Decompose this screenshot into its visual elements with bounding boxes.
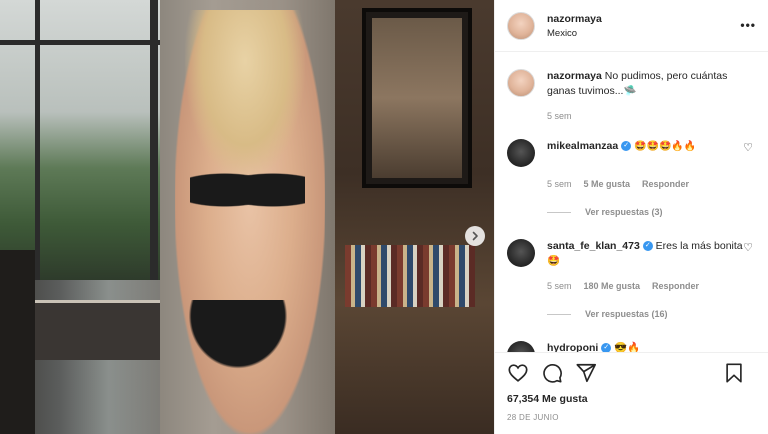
reply-button[interactable]: Responder xyxy=(642,179,689,189)
post-footer: 67,354 Me gusta 28 DE JUNIO xyxy=(495,352,768,434)
share-button[interactable] xyxy=(575,362,597,384)
bookmark-icon xyxy=(726,363,742,383)
reply-button[interactable]: Responder xyxy=(652,281,699,291)
comment-text: 😎🔥 xyxy=(614,342,641,352)
avatar[interactable] xyxy=(507,11,535,40)
avatar[interactable] xyxy=(507,239,535,267)
like-button[interactable] xyxy=(507,362,529,384)
caption-time[interactable]: 5 sem xyxy=(547,111,572,121)
heart-icon xyxy=(508,364,528,382)
comment-button[interactable] xyxy=(541,362,563,384)
swimwear-bottom xyxy=(178,300,298,380)
comments-list[interactable]: nazormaya No pudimos, pero cuántas ganas… xyxy=(495,52,768,352)
wall-frame xyxy=(362,8,472,188)
chair xyxy=(0,250,35,434)
swimwear-top xyxy=(190,165,305,215)
window-frame xyxy=(150,0,158,280)
books xyxy=(345,245,475,307)
verified-icon: ✓ xyxy=(601,343,612,352)
likes-count[interactable]: 67,354 Me gusta xyxy=(507,393,757,405)
post-date[interactable]: 28 DE JUNIO xyxy=(507,413,757,422)
comment-likes[interactable]: 5 Me gusta xyxy=(584,179,631,189)
view-replies-label: Ver respuestas (3) xyxy=(585,207,663,217)
post-header: nazormaya Mexico ••• xyxy=(495,0,768,52)
avatar[interactable] xyxy=(507,341,535,352)
comment-time[interactable]: 5 sem xyxy=(547,179,572,189)
comment: mikealmanzaa ✓ 🤩🤩🤩🔥🔥 ♡ xyxy=(507,139,757,167)
comment-username[interactable]: santa_fe_klan_473 xyxy=(547,240,640,252)
comment-time[interactable]: 5 sem xyxy=(547,281,572,291)
comment-username[interactable]: hydroponi xyxy=(547,342,598,352)
divider xyxy=(547,313,571,315)
verified-icon: ✓ xyxy=(621,141,632,152)
avatar[interactable] xyxy=(507,139,535,167)
divider xyxy=(547,211,571,213)
comment-likes[interactable]: 180 Me gusta xyxy=(584,281,641,291)
action-bar xyxy=(507,361,757,385)
comment-text: 🤩🤩🤩🔥🔥 xyxy=(634,141,697,152)
window-frame xyxy=(35,0,40,280)
comment-bubble-icon xyxy=(543,364,562,383)
like-comment-heart-icon[interactable]: ♡ xyxy=(743,141,753,154)
view-replies-button[interactable]: Ver respuestas (3) xyxy=(547,207,757,217)
comment: santa_fe_klan_473 ✓ Eres la más bonita 🤩… xyxy=(507,239,757,269)
view-replies-button[interactable]: Ver respuestas (16) xyxy=(547,309,757,319)
chevron-right-icon xyxy=(472,231,478,241)
next-image-button[interactable] xyxy=(465,226,485,246)
desk xyxy=(20,300,160,360)
verified-icon: ✓ xyxy=(642,241,653,252)
post-username[interactable]: nazormaya xyxy=(547,13,602,25)
caption-username[interactable]: nazormaya xyxy=(547,70,602,82)
like-comment-heart-icon[interactable]: ♡ xyxy=(743,241,753,254)
paper-plane-icon xyxy=(576,363,596,383)
post-location[interactable]: Mexico xyxy=(547,28,602,39)
caption: nazormaya No pudimos, pero cuántas ganas… xyxy=(507,69,757,99)
more-options-button[interactable]: ••• xyxy=(740,18,756,32)
comment-username[interactable]: mikealmanzaa xyxy=(547,140,618,152)
save-button[interactable] xyxy=(723,362,745,384)
post-side-panel: nazormaya Mexico ••• nazormaya No pudimo… xyxy=(494,0,768,434)
post-image[interactable] xyxy=(0,0,494,434)
window-frame xyxy=(0,40,160,45)
avatar[interactable] xyxy=(507,69,535,97)
view-replies-label: Ver respuestas (16) xyxy=(585,309,668,319)
person-hair xyxy=(185,10,305,180)
comment: hydroponi ✓ 😎🔥 xyxy=(507,341,757,352)
